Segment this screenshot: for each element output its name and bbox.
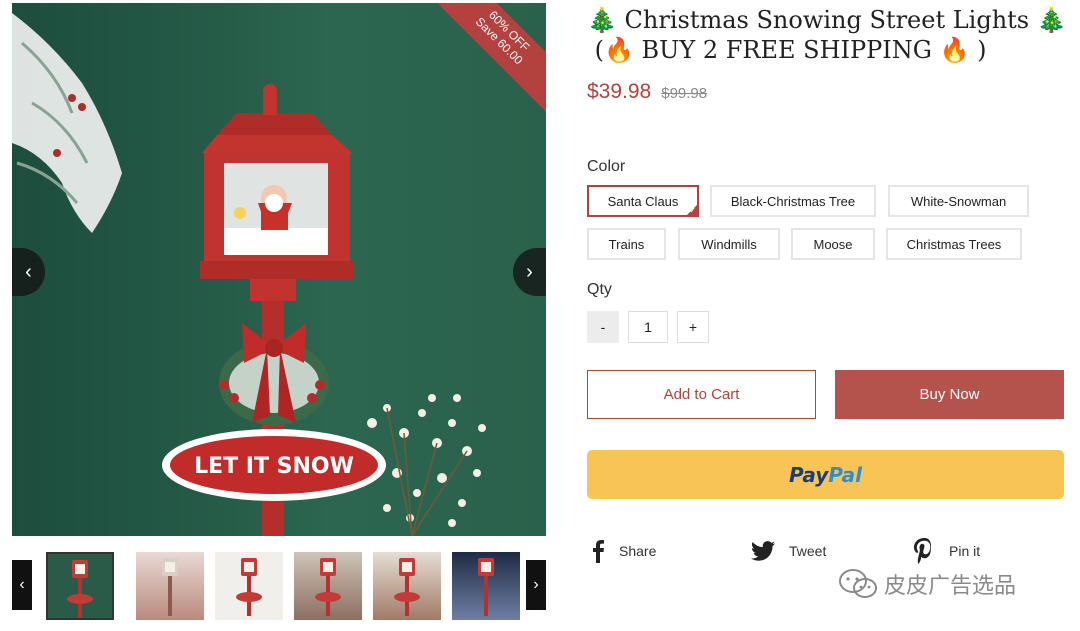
pinterest-icon: [914, 538, 932, 564]
watermark: 皮皮广告选品: [838, 568, 1016, 600]
share-twitter[interactable]: Tweet: [751, 534, 826, 568]
color-option-trains[interactable]: Trains: [587, 228, 666, 260]
chevron-left-icon: ‹: [25, 260, 32, 283]
christmas-tree-icon: 🎄: [1036, 6, 1067, 34]
fire-icon: 🔥: [604, 36, 634, 64]
product-title: 🎄 Christmas Snowing Street Lights 🎄 (🔥 B…: [587, 6, 1067, 64]
thumbnail-next-button[interactable]: ›: [526, 560, 546, 610]
thumbnail-1[interactable]: [46, 552, 114, 620]
price-row: $39.98 $99.98: [587, 80, 707, 104]
color-option-moose[interactable]: Moose: [791, 228, 875, 260]
qty-decrease-button[interactable]: -: [587, 311, 619, 343]
color-option-label: Windmills: [701, 236, 757, 252]
chevron-left-icon: ‹: [19, 576, 25, 593]
qty-input[interactable]: 1: [628, 311, 668, 343]
share-pinterest[interactable]: Pin it: [913, 534, 980, 568]
chevron-right-icon: ›: [526, 260, 533, 283]
color-option-santa-claus[interactable]: Santa Claus ✓: [587, 185, 699, 217]
checkmark-icon: ✓: [689, 206, 696, 215]
sign-text: LET IT SNOW: [194, 454, 354, 479]
thumbnail-6[interactable]: [452, 552, 520, 620]
share-pinterest-label: Pin it: [949, 543, 981, 559]
share-facebook-label: Share: [619, 543, 657, 559]
color-option-christmas-trees[interactable]: Christmas Trees: [886, 228, 1022, 260]
buy-now-button[interactable]: Buy Now: [835, 370, 1064, 419]
paypal-logo: PayPal: [788, 462, 863, 487]
color-option-label: White-Snowman: [910, 193, 1007, 209]
qty-increase-button[interactable]: +: [677, 311, 709, 343]
color-option-label: Trains: [608, 236, 645, 252]
color-option-white-snowman[interactable]: White-Snowman: [888, 185, 1029, 217]
watermark-text: 皮皮广告选品: [884, 574, 1017, 599]
facebook-icon: [593, 540, 604, 563]
share-facebook[interactable]: Share: [591, 534, 656, 568]
street-light-illustration: LET IT SNOW: [12, 13, 486, 536]
thumbnail-2[interactable]: [136, 552, 204, 620]
color-option-label: Black-Christmas Tree: [730, 193, 856, 209]
add-to-cart-button[interactable]: Add to Cart: [587, 370, 816, 419]
fire-icon: 🔥: [939, 36, 970, 64]
christmas-tree-icon: 🎄: [587, 6, 617, 34]
share-twitter-label: Tweet: [789, 543, 827, 559]
color-option-label: Moose: [813, 236, 853, 252]
thumbnail-4[interactable]: [294, 552, 362, 620]
color-label: Color: [587, 158, 626, 175]
sale-price: $39.98: [587, 80, 652, 103]
wechat-icon: [839, 569, 877, 598]
qty-label: Qty: [587, 281, 612, 298]
thumbnail-strip: ‹ ›: [12, 550, 546, 622]
product-title-main: Christmas Snowing Street Lights: [624, 6, 1030, 34]
compare-price: $99.98: [661, 85, 708, 102]
twitter-icon: [751, 541, 775, 561]
thumbnail-3[interactable]: [215, 552, 283, 620]
thumbnail-5[interactable]: [373, 552, 441, 620]
product-main-image[interactable]: LET IT SNOW 60% OFF Save 60.00 ‹ ›: [12, 3, 546, 536]
thumbnail-prev-button[interactable]: ‹: [12, 560, 32, 610]
paypal-button[interactable]: PayPal: [587, 450, 1064, 499]
color-option-windmills[interactable]: Windmills: [678, 228, 780, 260]
color-option-label: Santa Claus: [607, 193, 679, 209]
color-option-label: Christmas Trees: [906, 236, 1002, 252]
color-option-black-christmas-tree[interactable]: Black-Christmas Tree: [710, 185, 876, 217]
product-title-promo: BUY 2 FREE SHIPPING: [641, 36, 932, 64]
chevron-right-icon: ›: [533, 576, 539, 593]
